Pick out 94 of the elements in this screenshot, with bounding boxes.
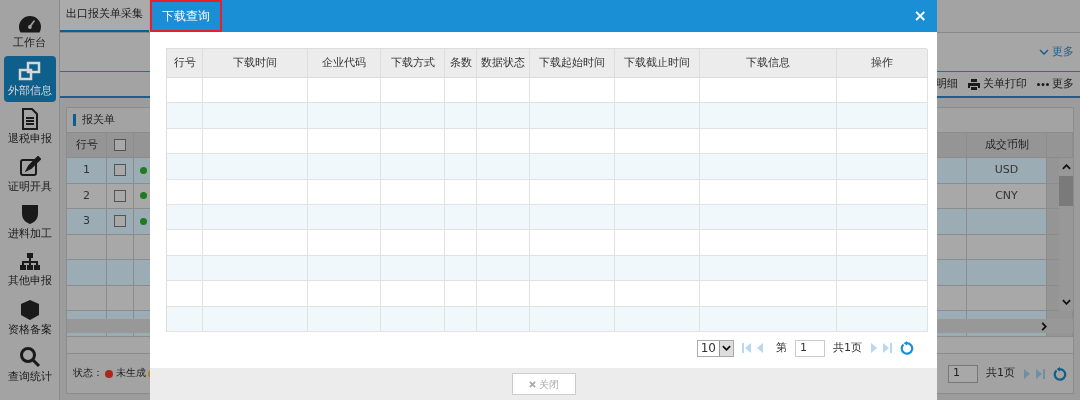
- gauge-icon: [17, 13, 42, 34]
- close-button[interactable]: ×: [913, 8, 927, 24]
- table-cell: [445, 128, 477, 155]
- table-cell: CNY: [967, 183, 1047, 209]
- table-cell: [477, 78, 530, 104]
- status-label: 状态：: [73, 366, 103, 381]
- table-cell: [381, 128, 445, 155]
- table-cell: [445, 154, 477, 180]
- table-cell: [381, 154, 445, 180]
- table-cell: [445, 230, 477, 256]
- checkbox[interactable]: [114, 189, 126, 202]
- page-size-select[interactable]: 10: [696, 339, 734, 357]
- table-cell: [477, 179, 530, 205]
- page-total: 共1页: [986, 365, 1015, 382]
- sidebar-item[interactable]: 退税申报: [3, 103, 56, 150]
- document-icon: [20, 107, 39, 130]
- scrollbar-thumb[interactable]: [1059, 176, 1073, 206]
- checkbox[interactable]: [114, 139, 126, 151]
- table-cell: [445, 306, 477, 332]
- page-label: 第: [776, 340, 787, 357]
- caret-icon: [719, 340, 733, 356]
- table-cell: [381, 230, 445, 256]
- table-cell: [445, 78, 477, 104]
- table-cell: [477, 128, 530, 155]
- table-cell: [477, 230, 530, 256]
- sitemap-icon: [18, 251, 41, 272]
- column-header: 条数: [445, 49, 477, 78]
- column-header: 行号: [67, 133, 107, 158]
- sidebar-item[interactable]: 其他申报: [3, 246, 56, 293]
- toolbar-button[interactable]: 关单打印: [968, 75, 1027, 93]
- column-header: 下载截止时间: [615, 49, 700, 78]
- table-cell: [445, 103, 477, 129]
- close-icon: [528, 380, 536, 388]
- column-header: 企业代码: [308, 49, 381, 78]
- sidebar-item[interactable]: 进料加工: [3, 198, 56, 245]
- page-input[interactable]: 1: [795, 339, 825, 357]
- chevron-down-icon: [1039, 49, 1049, 55]
- column-header: 下载起始时间: [530, 49, 615, 78]
- shield-icon: [20, 203, 39, 226]
- chevron-down-icon[interactable]: [1061, 299, 1071, 305]
- table-cell: [445, 281, 477, 307]
- table-cell: 1: [67, 158, 107, 184]
- cube-icon: [18, 298, 41, 321]
- table-cell: [477, 255, 530, 282]
- table-cell: 3: [67, 209, 107, 235]
- windows-icon: [17, 60, 42, 83]
- toolbar-button[interactable]: 明细: [936, 75, 958, 93]
- table-cell: 2: [67, 183, 107, 209]
- table-cell: [381, 281, 445, 307]
- table-cell: [477, 103, 530, 129]
- column-header: 成交币制: [967, 133, 1047, 158]
- chevron-up-icon[interactable]: [1061, 164, 1071, 170]
- refresh-icon[interactable]: [1053, 366, 1067, 381]
- title-marker: [73, 114, 76, 126]
- page-input[interactable]: 1: [948, 364, 978, 383]
- legend-label: 未生成: [116, 366, 146, 381]
- edit-icon: [18, 155, 41, 178]
- column-header: 下载方式: [381, 49, 445, 78]
- column-header: 下载信息: [700, 49, 837, 78]
- column-header: 数据状态: [477, 49, 530, 78]
- table-cell: [477, 281, 530, 307]
- table-cell: [381, 179, 445, 205]
- search-icon: [18, 346, 41, 369]
- table-cell: [477, 204, 530, 231]
- column-header: 下载时间: [203, 49, 308, 78]
- toolbar-button[interactable]: 更多: [1037, 75, 1074, 93]
- table-cell: [381, 255, 445, 282]
- table-cell: [477, 306, 530, 332]
- checkbox[interactable]: [114, 164, 126, 177]
- table-cell: USD: [967, 158, 1047, 184]
- refresh-icon[interactable]: [900, 341, 914, 356]
- table-cell: [445, 204, 477, 231]
- printer-icon: [968, 78, 980, 90]
- page-total: 共1页: [833, 340, 862, 357]
- table-cell: [381, 204, 445, 231]
- table-cell: [381, 306, 445, 332]
- column-header: 操作: [837, 49, 928, 78]
- table-cell: [477, 154, 530, 180]
- sidebar-item[interactable]: 资格备案: [3, 294, 56, 341]
- more-icon: [1037, 82, 1049, 86]
- table-cell: [381, 103, 445, 129]
- sidebar-item[interactable]: 证明开具: [3, 151, 56, 198]
- table-cell: [381, 78, 445, 104]
- checkbox[interactable]: [114, 215, 126, 228]
- table-cell: [445, 179, 477, 205]
- tab[interactable]: 出口报关单采集: [60, 0, 149, 32]
- dialog-title: 下载查询: [150, 0, 222, 32]
- sidebar-item[interactable]: 查询统计: [3, 341, 56, 388]
- panel-title: 报关单: [82, 111, 115, 128]
- sidebar-item[interactable]: 外部信息: [3, 55, 56, 102]
- table-cell: [445, 255, 477, 282]
- sidebar-item[interactable]: 工作台: [3, 8, 56, 54]
- chevron-right-icon[interactable]: [1041, 321, 1047, 331]
- column-header: 行号: [167, 49, 203, 78]
